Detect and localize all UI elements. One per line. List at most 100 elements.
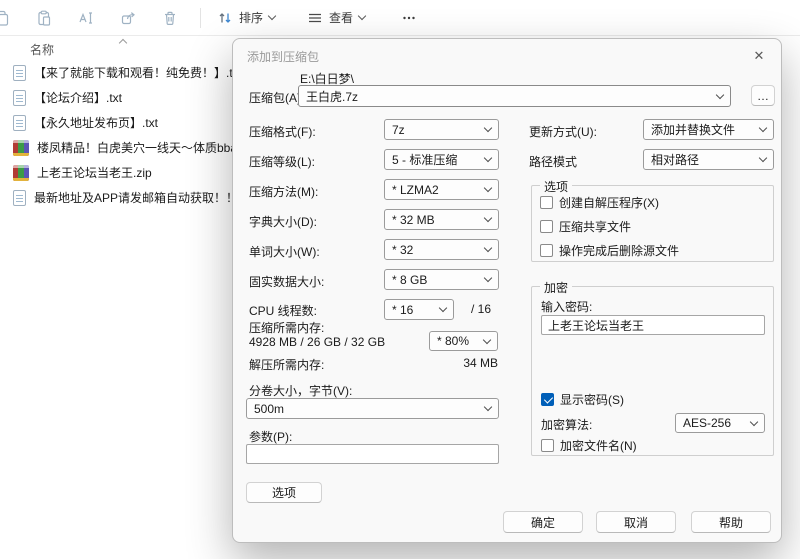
encryption-method-value: AES-256	[683, 416, 745, 430]
format-value: 7z	[392, 123, 479, 137]
add-to-archive-dialog: 添加到压缩包 ✕ 压缩包(A) E:\白日梦\ 王白虎.7z … 压缩格式(F)…	[232, 38, 782, 543]
text-file-icon	[13, 65, 26, 81]
list-item[interactable]: 【论坛介绍】.txt	[0, 85, 232, 110]
chevron-down-icon	[484, 184, 492, 192]
list-item[interactable]: 楼凤精品！白虎美穴一线天～体质bbae…	[0, 135, 232, 160]
list-item[interactable]: 上老王论坛当老王.zip	[0, 160, 232, 185]
checkbox-icon[interactable]	[540, 196, 553, 209]
chevron-down-icon	[358, 12, 366, 20]
format-combobox[interactable]: 7z	[384, 119, 499, 140]
encryption-group-title: 加密	[540, 279, 572, 296]
list-item[interactable]: 【永久地址发布页】.txt	[0, 110, 232, 135]
view-label: 查看	[329, 9, 353, 26]
path-mode-value: 相对路径	[651, 151, 754, 168]
word-size-combobox[interactable]: * 32	[384, 239, 499, 260]
password-input[interactable]	[541, 315, 765, 335]
level-label: 压缩等级(L):	[249, 153, 315, 170]
cpu-threads-max: / 16	[471, 302, 491, 316]
archive-name-value: 王白虎.7z	[306, 88, 711, 105]
solid-block-label: 固实数据大小:	[249, 273, 324, 290]
compress-shared-checkbox[interactable]: 压缩共享文件	[540, 218, 631, 235]
more-icon[interactable]	[391, 4, 427, 32]
browse-button[interactable]: …	[751, 85, 775, 106]
checkbox-label: 显示密码(S)	[560, 391, 624, 408]
volume-size-combobox[interactable]: 500m	[246, 398, 499, 419]
dictionary-label: 字典大小(D):	[249, 213, 317, 230]
chevron-down-icon	[484, 274, 492, 282]
file-name: 【来了就能下载和观看！纯免费！】.txt	[34, 64, 232, 81]
chevron-down-icon	[268, 12, 276, 20]
level-value: 5 - 标准压缩	[392, 151, 479, 168]
close-icon[interactable]: ✕	[749, 46, 769, 66]
file-name: 楼凤精品！白虎美穴一线天～体质bbae…	[37, 139, 232, 156]
chevron-down-icon	[759, 154, 767, 162]
cancel-button[interactable]: 取消	[596, 511, 676, 533]
create-sfx-checkbox[interactable]: 创建自解压程序(X)	[540, 194, 659, 211]
list-item[interactable]: 【来了就能下载和观看！纯免费！】.txt	[0, 60, 232, 85]
view-icon	[307, 10, 323, 26]
method-combobox[interactable]: * LZMA2	[384, 179, 499, 200]
memory-percent-combobox[interactable]: * 80%	[429, 331, 498, 351]
checkbox-icon[interactable]	[540, 244, 553, 257]
encrypt-filenames-checkbox[interactable]: 加密文件名(N)	[541, 437, 637, 454]
copy-icon[interactable]	[0, 4, 20, 32]
text-file-icon	[13, 115, 26, 131]
chevron-down-icon	[716, 90, 724, 98]
toolbar-divider	[200, 8, 201, 28]
help-button[interactable]: 帮助	[691, 511, 771, 533]
delete-after-checkbox[interactable]: 操作完成后删除源文件	[540, 242, 679, 259]
text-file-icon	[13, 190, 26, 206]
checkbox-label: 压缩共享文件	[559, 218, 631, 235]
memory-decompress-label: 解压所需内存:	[249, 356, 324, 373]
parameters-input[interactable]	[246, 444, 499, 464]
explorer-toolbar: 排序 查看	[0, 0, 800, 36]
memory-decompress-value: 34 MB	[384, 356, 498, 370]
rename-icon[interactable]	[68, 4, 104, 32]
dictionary-combobox[interactable]: * 32 MB	[384, 209, 499, 230]
chevron-down-icon	[750, 417, 758, 425]
options-button[interactable]: 选项	[246, 482, 322, 503]
volume-size-value: 500m	[254, 402, 479, 416]
file-list: 【来了就能下载和观看！纯免费！】.txt 【论坛介绍】.txt 【永久地址发布页…	[0, 60, 232, 210]
sort-label: 排序	[239, 9, 263, 26]
delete-icon[interactable]	[152, 4, 188, 32]
encryption-method-combobox[interactable]: AES-256	[675, 413, 765, 433]
show-password-checkbox[interactable]: 显示密码(S)	[541, 391, 624, 408]
share-icon[interactable]	[110, 4, 146, 32]
memory-compress-label: 压缩所需内存:	[249, 319, 324, 336]
parameters-label: 参数(P):	[249, 428, 292, 445]
paste-icon[interactable]	[26, 4, 62, 32]
archive-name-combobox[interactable]: 王白虎.7z	[298, 85, 731, 107]
update-mode-label: 更新方式(U):	[529, 123, 597, 140]
method-value: * LZMA2	[392, 183, 479, 197]
view-dropdown[interactable]: 查看	[299, 4, 373, 32]
update-mode-combobox[interactable]: 添加并替换文件	[643, 119, 774, 140]
checkbox-icon[interactable]	[541, 439, 554, 452]
cpu-threads-combobox[interactable]: * 16	[384, 299, 454, 320]
cpu-threads-value: * 16	[392, 303, 434, 317]
archive-file-icon	[13, 140, 29, 156]
dictionary-value: * 32 MB	[392, 213, 479, 227]
ok-button[interactable]: 确定	[503, 511, 583, 533]
solid-block-combobox[interactable]: * 8 GB	[384, 269, 499, 290]
list-item[interactable]: 最新地址及APP请发邮箱自动获取！！！…	[0, 185, 232, 210]
level-combobox[interactable]: 5 - 标准压缩	[384, 149, 499, 170]
path-mode-label: 路径模式	[529, 153, 577, 170]
checkbox-icon[interactable]	[540, 220, 553, 233]
chevron-down-icon	[484, 214, 492, 222]
checkbox-icon[interactable]	[541, 393, 554, 406]
format-label: 压缩格式(F):	[249, 123, 316, 140]
sort-dropdown[interactable]: 排序	[209, 4, 283, 32]
encryption-groupbox: 加密 输入密码: 显示密码(S) 加密算法: AES-256 加密文件名(N)	[531, 286, 774, 456]
chevron-down-icon	[759, 124, 767, 132]
word-size-label: 单词大小(W):	[249, 243, 320, 260]
chevron-down-icon	[483, 335, 491, 343]
column-header-name[interactable]: 名称	[30, 41, 54, 58]
solid-block-value: * 8 GB	[392, 273, 479, 287]
password-label: 输入密码:	[541, 298, 592, 315]
file-name: 【永久地址发布页】.txt	[34, 114, 158, 131]
chevron-down-icon	[484, 244, 492, 252]
encryption-method-label: 加密算法:	[541, 416, 592, 433]
path-mode-combobox[interactable]: 相对路径	[643, 149, 774, 170]
chevron-down-icon	[484, 403, 492, 411]
